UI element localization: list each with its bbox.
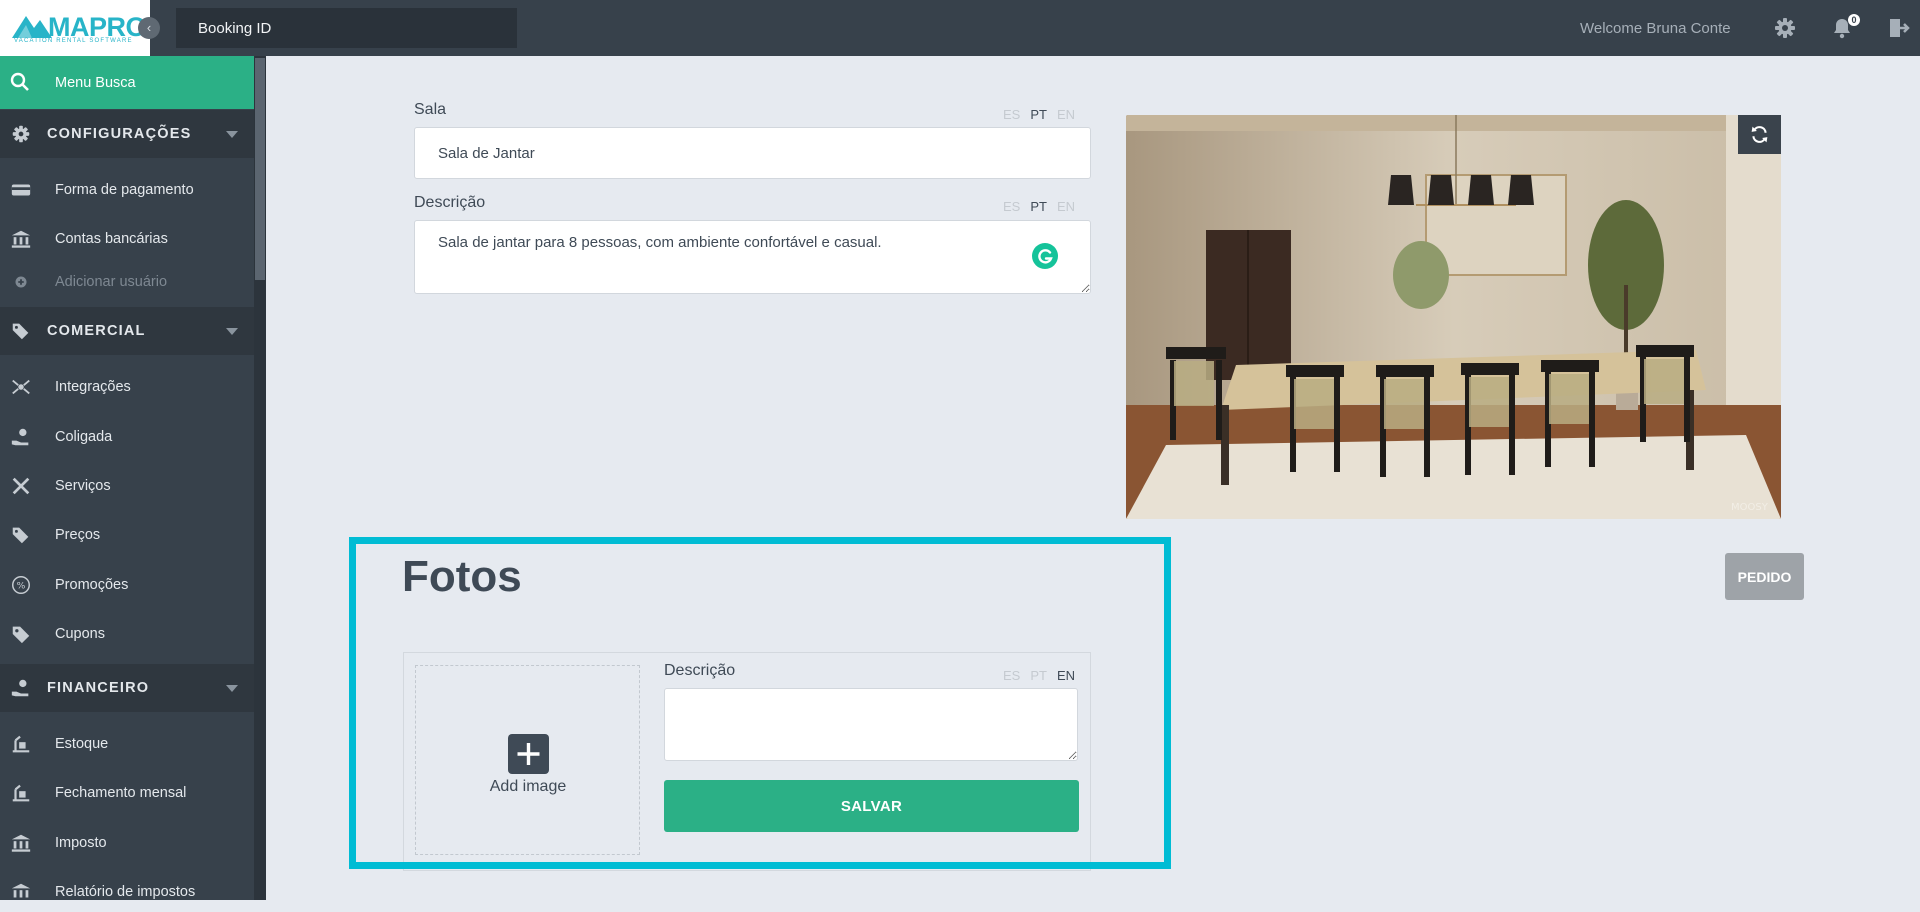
sidebar-section-configuracoes[interactable]: CONFIGURAÇÕES <box>0 110 254 158</box>
gear-icon <box>12 125 30 143</box>
plus-circle-icon <box>15 276 27 288</box>
welcome-text: Welcome Bruna Conte <box>1580 20 1731 37</box>
room-photo[interactable]: MOOSY <box>1126 115 1781 519</box>
section-label: FINANCEIRO <box>47 680 150 696</box>
sidebar-item-label: Relatório de impostos <box>55 884 196 900</box>
tag-icon <box>12 626 30 644</box>
sidebar-item-label: Forma de pagamento <box>55 182 194 198</box>
sidebar-item-label: Coligada <box>55 429 113 445</box>
tags-icon <box>12 323 29 340</box>
search-icon <box>10 72 29 91</box>
lang-en[interactable]: EN <box>1057 107 1075 122</box>
sidebar-item-forma-de-pagamento[interactable]: Forma de pagamento <box>0 170 254 210</box>
logo-subtitle: VACATION RENTAL SOFTWARE <box>14 38 133 44</box>
dolly-icon <box>12 735 30 753</box>
sidebar-item-promocoes[interactable]: % Promoções <box>0 565 254 605</box>
sidebar-item-precos[interactable]: Preços <box>0 515 254 555</box>
pedido-button[interactable]: PEDIDO <box>1725 553 1804 600</box>
chevron-down-icon <box>226 685 238 692</box>
descricao-textarea[interactable]: Sala de jantar para 8 pessoas, com ambie… <box>414 220 1091 294</box>
gear-icon[interactable] <box>1773 16 1797 40</box>
lang-es[interactable]: ES <box>1003 199 1020 214</box>
sidebar-item-integracoes[interactable]: Integrações <box>0 367 254 407</box>
section-label: COMERCIAL <box>47 323 146 339</box>
sidebar-item-label: Adicionar usuário <box>55 274 168 290</box>
sala-label: Sala <box>414 101 447 118</box>
tools-icon <box>12 477 30 495</box>
sidebar-collapse-button[interactable]: ‹ <box>138 17 160 39</box>
hand-money-icon <box>11 428 29 446</box>
logo[interactable]: MAPRO VACATION RENTAL SOFTWARE <box>0 0 150 56</box>
dining-room-image: MOOSY <box>1126 115 1781 519</box>
svg-text:%: % <box>17 581 26 592</box>
sidebar-item-label: Serviços <box>55 478 111 494</box>
sidebar-item-adicionar-usuario[interactable]: Adicionar usuário <box>0 262 254 302</box>
language-switcher: ES PT EN <box>1003 199 1075 214</box>
descricao-label: Descrição <box>414 194 486 211</box>
dolly-icon <box>12 784 30 802</box>
sidebar-item-label: Contas bancárias <box>55 231 168 247</box>
grammarly-g-icon <box>1038 249 1053 264</box>
notification-badge: 0 <box>1848 14 1860 26</box>
sidebar-item-label: Preços <box>55 527 101 543</box>
refresh-photo-button[interactable] <box>1738 115 1781 154</box>
sidebar-section-comercial[interactable]: COMERCIAL <box>0 307 254 355</box>
photo-watermark: MOOSY <box>1731 502 1769 513</box>
sidebar-item-label: Cupons <box>55 626 105 642</box>
sidebar-item-servicos[interactable]: Serviços <box>0 466 254 506</box>
integration-icon <box>12 379 30 395</box>
sidebar-item-label: Fechamento mensal <box>55 785 187 801</box>
hand-money-icon <box>11 679 29 697</box>
logo-mountain-icon <box>12 16 52 38</box>
sidebar-item-label: Promoções <box>55 577 129 593</box>
sidebar-item-contas-bancarias[interactable]: Contas bancárias <box>0 219 254 259</box>
bank-icon <box>11 834 31 852</box>
sidebar-item-estoque[interactable]: Estoque <box>0 724 254 764</box>
section-label: CONFIGURAÇÕES <box>47 126 192 142</box>
highlight-frame <box>349 537 1171 869</box>
chevron-down-icon <box>226 131 238 138</box>
sidebar-item-fechamento-mensal[interactable]: Fechamento mensal <box>0 773 254 813</box>
sidebar-scrollbar-thumb[interactable] <box>255 58 265 280</box>
percent-icon: % <box>12 576 30 594</box>
lang-en[interactable]: EN <box>1057 199 1075 214</box>
language-switcher: ES PT EN <box>1003 107 1075 122</box>
sidebar-item-coligada[interactable]: Coligada <box>0 417 254 457</box>
booking-id-input[interactable] <box>176 8 517 48</box>
sidebar-item-label: Integrações <box>55 379 131 395</box>
lang-pt[interactable]: PT <box>1030 199 1047 214</box>
sidebar-item-label: Estoque <box>55 736 109 752</box>
bank-icon <box>11 230 31 248</box>
sidebar-item-cupons[interactable]: Cupons <box>0 614 254 654</box>
menu-search-label: Menu Busca <box>55 75 136 91</box>
chevron-down-icon <box>226 328 238 335</box>
lang-es[interactable]: ES <box>1003 107 1020 122</box>
refresh-icon <box>1751 126 1768 143</box>
lang-pt[interactable]: PT <box>1030 107 1047 122</box>
credit-card-icon <box>11 184 31 196</box>
grammarly-icon[interactable] <box>1032 243 1058 269</box>
sidebar-item-label: Imposto <box>55 835 107 851</box>
sala-input[interactable] <box>414 127 1091 179</box>
sidebar-section-financeiro[interactable]: FINANCEIRO <box>0 664 254 712</box>
logout-icon[interactable] <box>1887 16 1911 40</box>
tags-icon <box>12 527 29 544</box>
sidebar-item-relatorio-de-impostos[interactable]: Relatório de impostos <box>0 872 254 912</box>
menu-search[interactable]: Menu Busca <box>0 56 254 109</box>
sidebar-item-imposto[interactable]: Imposto <box>0 823 254 863</box>
